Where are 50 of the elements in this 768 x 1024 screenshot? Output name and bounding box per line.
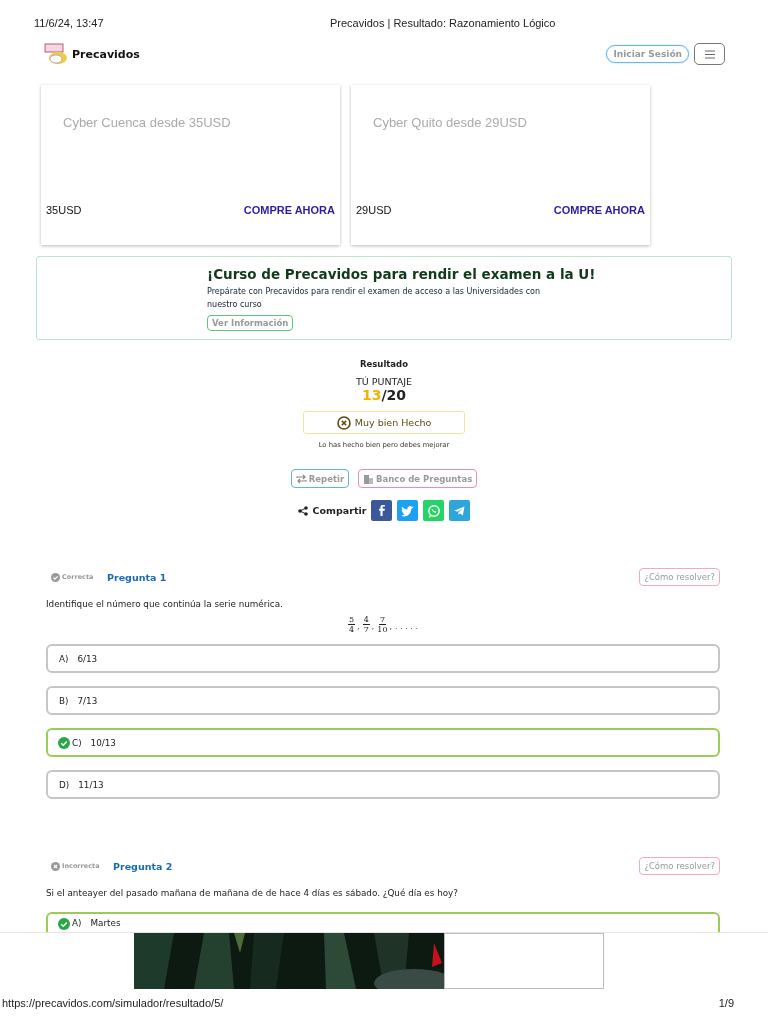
share-button[interactable] <box>371 500 393 521</box>
question-text: Identifique el número que continúa la serie numérica. <box>46 599 284 609</box>
fraction: 4 7 <box>362 615 370 634</box>
answer-option[interactable]: A) 6/13 <box>46 644 720 673</box>
score-label: TÚ PUNTAJE <box>356 376 412 387</box>
check-circle-icon <box>58 918 70 930</box>
share-icon <box>297 505 308 516</box>
promo-title: ¡Curso de Precavidos para rendir el examen a la U! <box>207 266 597 282</box>
buy-link[interactable]: COMPRE AHORA <box>553 204 645 216</box>
logo-icon <box>44 43 70 65</box>
answer-option[interactable]: B) 7/13 <box>46 686 720 715</box>
comma: , <box>371 622 375 631</box>
answer-option[interactable]: D) 11/13 <box>46 770 720 799</box>
offer-price: 29USD <box>356 204 392 216</box>
share-label: Compartir <box>312 505 367 516</box>
check-circle-icon <box>58 736 70 749</box>
print-title: Precavidos | Resultado: Razonamiento Lógico <box>330 17 556 31</box>
check-circle-icon <box>51 572 60 582</box>
fraction: 7 10 <box>377 615 388 634</box>
comma: , <box>389 622 393 631</box>
score-value: 13 <box>361 387 382 403</box>
close-circle-icon <box>336 415 351 430</box>
question-title: Pregunta 2 <box>113 860 173 872</box>
offer-title: Cyber Quito desde 29USD <box>372 115 528 130</box>
promo-text: Prepárate con Precavidos para rendir el examen de acceso a las Universidades con nuestro curso <box>207 286 542 311</box>
answer-option[interactable]: C) 10/13 <box>46 728 720 757</box>
repeat-icon <box>295 473 307 484</box>
question-text: Si el anteayer del pasado mañana de mañana de de hace 4 días es sábado. ¿Qué día es hoy? <box>46 888 459 898</box>
menu-icon <box>703 49 716 59</box>
facebook-icon <box>378 505 385 516</box>
print-url: https://precavidos.com/simulador/resultado/5/ <box>2 997 224 1009</box>
menu-button[interactable] <box>694 43 725 65</box>
verdict-badge: Muy bien Hecho <box>303 411 465 434</box>
page-number: 1/9 <box>718 997 734 1009</box>
fraction: 5 4 <box>348 615 356 634</box>
ellipsis-dots: . . . . . <box>395 622 418 631</box>
x-circle-icon <box>51 861 60 871</box>
offer-price: 35USD <box>46 204 82 216</box>
brand-name[interactable]: Precavidos <box>72 47 140 61</box>
building-icon <box>363 473 375 484</box>
comma: , <box>357 622 360 631</box>
phone-bubble-icon <box>426 503 441 518</box>
result-heading: Resultado <box>359 359 409 369</box>
print-date: 11/6/24, 13:47 <box>34 17 105 31</box>
offer-title: Cyber Cuenca desde 35USD <box>62 115 232 130</box>
bird-icon <box>400 503 415 518</box>
score-total: /20 <box>381 387 407 403</box>
buy-link[interactable]: COMPRE AHORA <box>243 204 335 216</box>
question-title: Pregunta 1 <box>107 571 167 583</box>
share-button[interactable] <box>397 500 419 521</box>
